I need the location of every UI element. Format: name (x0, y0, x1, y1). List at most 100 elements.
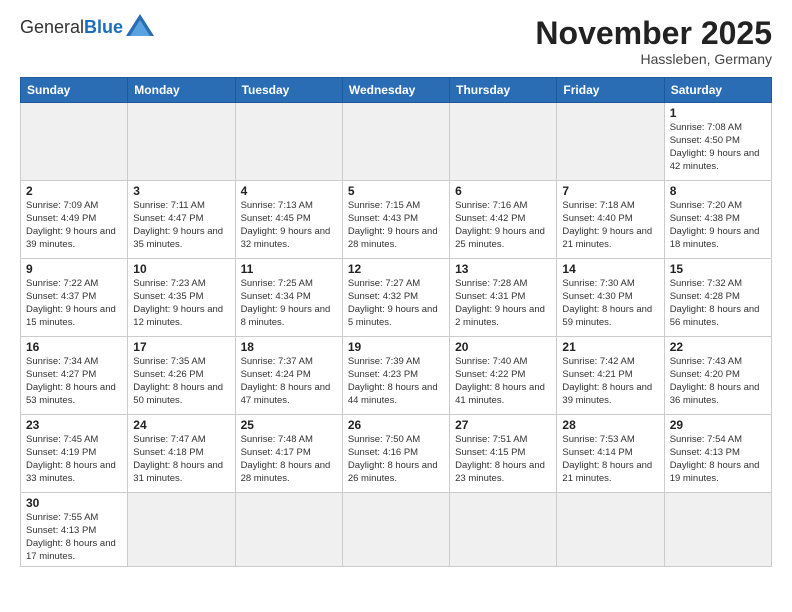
day-number: 12 (348, 262, 444, 276)
day-number: 17 (133, 340, 229, 354)
table-row: 8 Sunrise: 7:20 AM Sunset: 4:38 PM Daylig… (664, 181, 771, 259)
day-info: Sunrise: 7:34 AM Sunset: 4:27 PM Dayligh… (26, 356, 122, 407)
logo-blue-text: Blue (84, 17, 123, 38)
calendar-page: General Blue November 2025 Hassleben, Ge… (0, 0, 792, 612)
table-row (21, 103, 128, 181)
calendar-week-row: 1 Sunrise: 7:08 AM Sunset: 4:50 PM Daylig… (21, 103, 772, 181)
table-row: 4 Sunrise: 7:13 AM Sunset: 4:45 PM Daylig… (235, 181, 342, 259)
day-info: Sunrise: 7:09 AM Sunset: 4:49 PM Dayligh… (26, 200, 122, 251)
day-number: 15 (670, 262, 766, 276)
header-thursday: Thursday (450, 78, 557, 103)
day-info: Sunrise: 7:43 AM Sunset: 4:20 PM Dayligh… (670, 356, 766, 407)
day-number: 18 (241, 340, 337, 354)
day-number: 13 (455, 262, 551, 276)
day-number: 24 (133, 418, 229, 432)
table-row: 28 Sunrise: 7:53 AM Sunset: 4:14 PM Dayli… (557, 415, 664, 493)
day-number: 28 (562, 418, 658, 432)
day-number: 29 (670, 418, 766, 432)
day-info: Sunrise: 7:32 AM Sunset: 4:28 PM Dayligh… (670, 278, 766, 329)
day-number: 21 (562, 340, 658, 354)
logo-general-text: General (20, 17, 84, 38)
header-saturday: Saturday (664, 78, 771, 103)
table-row (342, 493, 449, 567)
table-row: 12 Sunrise: 7:27 AM Sunset: 4:32 PM Dayli… (342, 259, 449, 337)
day-info: Sunrise: 7:20 AM Sunset: 4:38 PM Dayligh… (670, 200, 766, 251)
day-number: 20 (455, 340, 551, 354)
calendar-week-row: 30 Sunrise: 7:55 AM Sunset: 4:13 PM Dayli… (21, 493, 772, 567)
day-info: Sunrise: 7:35 AM Sunset: 4:26 PM Dayligh… (133, 356, 229, 407)
day-number: 2 (26, 184, 122, 198)
table-row: 1 Sunrise: 7:08 AM Sunset: 4:50 PM Daylig… (664, 103, 771, 181)
day-number: 7 (562, 184, 658, 198)
table-row (235, 493, 342, 567)
table-row: 16Sunrise: 7:34 AM Sunset: 4:27 PM Dayli… (21, 337, 128, 415)
header-friday: Friday (557, 78, 664, 103)
day-number: 1 (670, 106, 766, 120)
day-info: Sunrise: 7:30 AM Sunset: 4:30 PM Dayligh… (562, 278, 658, 329)
logo: General Blue (20, 16, 154, 38)
day-info: Sunrise: 7:50 AM Sunset: 4:16 PM Dayligh… (348, 434, 444, 485)
table-row (557, 103, 664, 181)
table-row: 6Sunrise: 7:16 AM Sunset: 4:42 PM Daylig… (450, 181, 557, 259)
day-info: Sunrise: 7:13 AM Sunset: 4:45 PM Dayligh… (241, 200, 337, 251)
day-info: Sunrise: 7:48 AM Sunset: 4:17 PM Dayligh… (241, 434, 337, 485)
day-number: 22 (670, 340, 766, 354)
day-number: 4 (241, 184, 337, 198)
calendar-week-row: 9 Sunrise: 7:22 AM Sunset: 4:37 PM Daylig… (21, 259, 772, 337)
header-wednesday: Wednesday (342, 78, 449, 103)
day-number: 10 (133, 262, 229, 276)
table-row: 13 Sunrise: 7:28 AM Sunset: 4:31 PM Dayli… (450, 259, 557, 337)
day-number: 6 (455, 184, 551, 198)
table-row (450, 103, 557, 181)
table-row: 29 Sunrise: 7:54 AM Sunset: 4:13 PM Dayli… (664, 415, 771, 493)
table-row: 21Sunrise: 7:42 AM Sunset: 4:21 PM Dayli… (557, 337, 664, 415)
location: Hassleben, Germany (535, 51, 772, 67)
day-info: Sunrise: 7:27 AM Sunset: 4:32 PM Dayligh… (348, 278, 444, 329)
table-row: 18 Sunrise: 7:37 AM Sunset: 4:24 PM Dayli… (235, 337, 342, 415)
day-number: 23 (26, 418, 122, 432)
day-info: Sunrise: 7:40 AM Sunset: 4:22 PM Dayligh… (455, 356, 551, 407)
day-number: 19 (348, 340, 444, 354)
day-number: 8 (670, 184, 766, 198)
table-row: 11Sunrise: 7:25 AM Sunset: 4:34 PM Dayli… (235, 259, 342, 337)
table-row (557, 493, 664, 567)
day-info: Sunrise: 7:22 AM Sunset: 4:37 PM Dayligh… (26, 278, 122, 329)
day-number: 9 (26, 262, 122, 276)
day-number: 30 (26, 496, 122, 510)
day-info: Sunrise: 7:15 AM Sunset: 4:43 PM Dayligh… (348, 200, 444, 251)
table-row: 20 Sunrise: 7:40 AM Sunset: 4:22 PM Dayli… (450, 337, 557, 415)
day-info: Sunrise: 7:28 AM Sunset: 4:31 PM Dayligh… (455, 278, 551, 329)
table-row: 17 Sunrise: 7:35 AM Sunset: 4:26 PM Dayli… (128, 337, 235, 415)
day-info: Sunrise: 7:51 AM Sunset: 4:15 PM Dayligh… (455, 434, 551, 485)
day-number: 26 (348, 418, 444, 432)
day-number: 14 (562, 262, 658, 276)
table-row (235, 103, 342, 181)
table-row (342, 103, 449, 181)
table-row: 22 Sunrise: 7:43 AM Sunset: 4:20 PM Dayli… (664, 337, 771, 415)
day-info: Sunrise: 7:55 AM Sunset: 4:13 PM Dayligh… (26, 512, 122, 563)
day-info: Sunrise: 7:37 AM Sunset: 4:24 PM Dayligh… (241, 356, 337, 407)
calendar-week-row: 2 Sunrise: 7:09 AM Sunset: 4:49 PM Daylig… (21, 181, 772, 259)
table-row (128, 493, 235, 567)
day-info: Sunrise: 7:11 AM Sunset: 4:47 PM Dayligh… (133, 200, 229, 251)
header-tuesday: Tuesday (235, 78, 342, 103)
table-row (128, 103, 235, 181)
table-row: 7 Sunrise: 7:18 AM Sunset: 4:40 PM Daylig… (557, 181, 664, 259)
table-row: 15 Sunrise: 7:32 AM Sunset: 4:28 PM Dayli… (664, 259, 771, 337)
day-number: 3 (133, 184, 229, 198)
logo-icon (126, 14, 154, 36)
table-row: 3 Sunrise: 7:11 AM Sunset: 4:47 PM Daylig… (128, 181, 235, 259)
day-info: Sunrise: 7:54 AM Sunset: 4:13 PM Dayligh… (670, 434, 766, 485)
day-info: Sunrise: 7:47 AM Sunset: 4:18 PM Dayligh… (133, 434, 229, 485)
day-info: Sunrise: 7:53 AM Sunset: 4:14 PM Dayligh… (562, 434, 658, 485)
table-row: 23Sunrise: 7:45 AM Sunset: 4:19 PM Dayli… (21, 415, 128, 493)
day-number: 27 (455, 418, 551, 432)
header-sunday: Sunday (21, 78, 128, 103)
table-row: 19Sunrise: 7:39 AM Sunset: 4:23 PM Dayli… (342, 337, 449, 415)
day-info: Sunrise: 7:08 AM Sunset: 4:50 PM Dayligh… (670, 122, 766, 173)
calendar-table: Sunday Monday Tuesday Wednesday Thursday… (20, 77, 772, 567)
calendar-week-row: 16Sunrise: 7:34 AM Sunset: 4:27 PM Dayli… (21, 337, 772, 415)
table-row: 26 Sunrise: 7:50 AM Sunset: 4:16 PM Dayli… (342, 415, 449, 493)
table-row: 2 Sunrise: 7:09 AM Sunset: 4:49 PM Daylig… (21, 181, 128, 259)
day-info: Sunrise: 7:18 AM Sunset: 4:40 PM Dayligh… (562, 200, 658, 251)
